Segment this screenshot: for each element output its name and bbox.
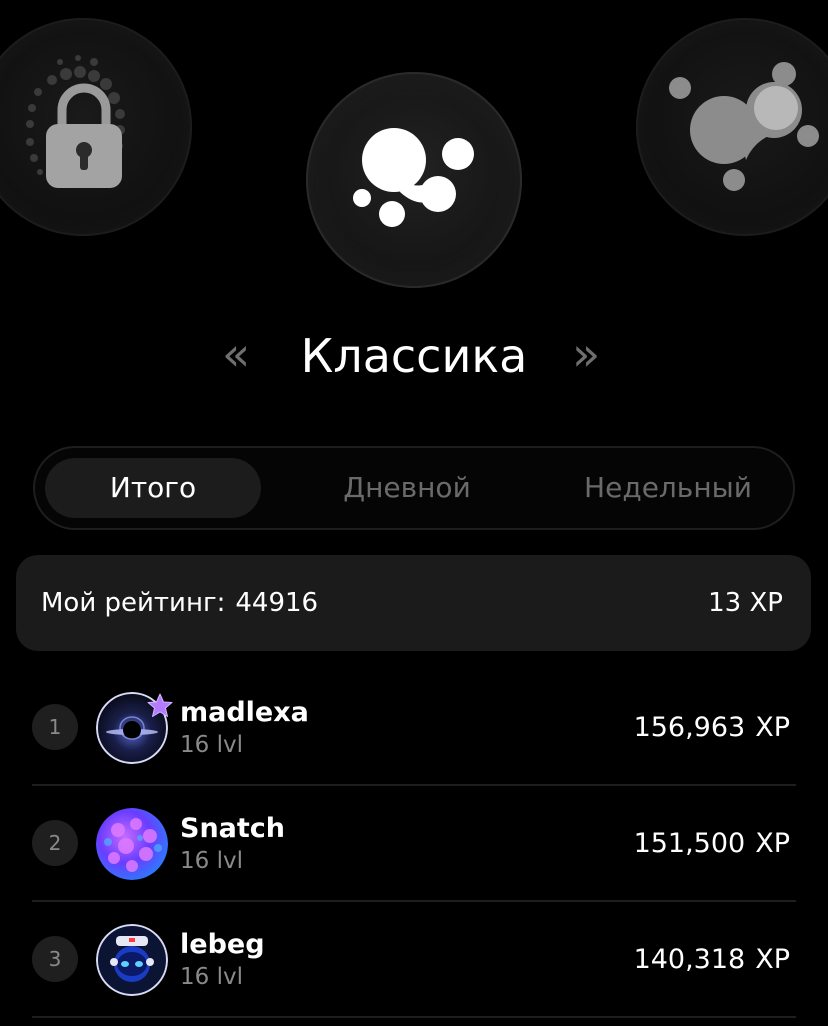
my-xp-unit: XP <box>749 588 784 618</box>
my-rating-card: Мой рейтинг: 44916 13 XP <box>16 555 811 651</box>
mode-classic-button[interactable] <box>306 72 522 288</box>
my-rating-value: 44916 <box>235 588 319 618</box>
player-score: 156,963 XP <box>634 708 790 748</box>
next-mode-button[interactable]: » <box>572 324 600 384</box>
player-level: 16 lvl <box>180 964 243 990</box>
period-tabs: Итого Дневной Недельный <box>33 446 795 530</box>
mode-locked-button[interactable] <box>0 18 192 236</box>
score-unit: XP <box>755 712 790 743</box>
player-name: lebeg <box>180 929 265 960</box>
player-name: madlexa <box>180 697 309 728</box>
star-badge-icon <box>147 693 173 717</box>
player-score: 140,318 XP <box>634 940 790 980</box>
my-xp-value: 13 <box>708 588 742 618</box>
player-level: 16 lvl <box>180 732 243 758</box>
player-score: 151,500 XP <box>634 824 790 864</box>
my-rating-xp: 13 XP <box>708 555 783 651</box>
player-level: 16 lvl <box>180 848 243 874</box>
molecule-icon <box>669 62 819 191</box>
leaderboard-row[interactable]: 1 madlexa 16 lvl 156,963 XP <box>32 670 796 786</box>
mode-title: Классика <box>300 329 528 383</box>
purple-planet-avatar <box>96 808 168 880</box>
tab-total[interactable]: Итого <box>45 458 261 518</box>
score-unit: XP <box>755 828 790 859</box>
rank-badge: 3 <box>32 936 78 982</box>
player-name: Snatch <box>180 813 286 844</box>
my-rating-title: Мой рейтинг: <box>41 588 226 618</box>
lock-icon <box>26 55 125 188</box>
leaderboard-row[interactable]: 3 lebeg 16 lvl 140,318 XP <box>32 902 796 1018</box>
blobs-icon <box>353 128 474 227</box>
leaderboard-screen: « Классика » Итого Дневной Недельный Мой… <box>0 0 828 1026</box>
leaderboard-row[interactable]: 2 Snatch 16 lvl 151,500 XP <box>32 786 796 902</box>
score-value: 151,500 <box>633 828 746 859</box>
my-rating-label: Мой рейтинг: 44916 <box>41 555 318 651</box>
score-unit: XP <box>755 944 790 975</box>
score-value: 156,963 <box>633 712 746 743</box>
mode-selector: « Классика » <box>0 318 828 390</box>
rank-badge: 2 <box>32 820 78 866</box>
mode-molecule-button[interactable] <box>636 18 828 236</box>
tab-weekly[interactable]: Недельный <box>553 458 783 518</box>
tab-daily[interactable]: Дневной <box>291 458 523 518</box>
score-value: 140,318 <box>633 944 746 975</box>
astronaut-avatar <box>96 924 168 996</box>
rank-badge: 1 <box>32 704 78 750</box>
leaderboard-list: 1 madlexa 16 lvl 156,963 XP 2 Snatch 16 … <box>32 670 796 1018</box>
